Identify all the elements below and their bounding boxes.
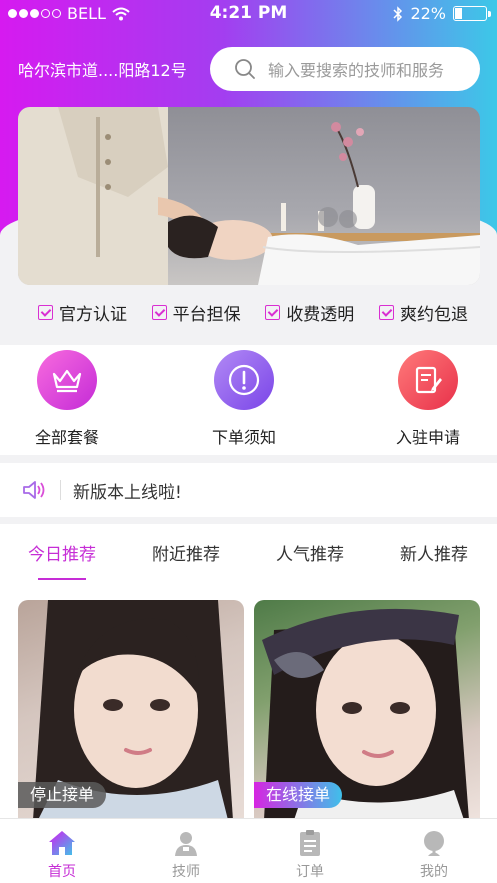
action-label: 全部套餐: [34, 428, 99, 447]
crown-icon: [37, 350, 97, 410]
status-badge: 停止接单: [18, 782, 107, 808]
guarantee-label: 收费透明: [286, 304, 355, 325]
search-placeholder: 输入要搜索的技师和服务: [268, 61, 445, 80]
checkbox-icon: [151, 304, 167, 320]
action-label: 入驻申请: [395, 428, 460, 447]
nav-orders[interactable]: 订单: [248, 819, 372, 883]
promo-banner[interactable]: [18, 107, 480, 285]
nav-home[interactable]: 首页: [0, 819, 124, 883]
recommend-tabs: 今日推荐 附近推荐 人气推荐 新人推荐: [0, 524, 497, 580]
technician-card[interactable]: 停止接单: [18, 600, 244, 820]
guarantee-item: 爽约包退: [378, 300, 468, 325]
tab-newcomer[interactable]: 新人推荐: [372, 524, 496, 580]
tab-label: 人气推荐: [276, 545, 344, 565]
technician-list: 停止接单 在线接单: [0, 580, 497, 820]
announcement-text: 新版本上线啦!: [73, 482, 182, 503]
quick-actions: 全部套餐 下单须知 入驻申请: [0, 345, 497, 455]
guarantee-label: 官方认证: [59, 304, 127, 325]
guarantee-item: 官方认证: [38, 300, 127, 325]
join-application-button[interactable]: 入驻申请: [373, 350, 483, 448]
status-badge: 在线接单: [254, 782, 343, 808]
action-label: 下单须知: [211, 428, 276, 447]
tab-label: 新人推荐: [400, 545, 468, 565]
guarantee-item: 收费透明: [265, 300, 355, 325]
exclamation-icon: [214, 350, 274, 410]
order-notice-button[interactable]: 下单须知: [189, 350, 299, 448]
search-input[interactable]: 输入要搜索的技师和服务: [210, 47, 480, 91]
technician-card[interactable]: 在线接单: [254, 600, 480, 820]
banner-image: [18, 107, 480, 285]
tab-today[interactable]: 今日推荐: [0, 524, 124, 580]
checkbox-icon: [265, 304, 281, 320]
guarantee-item: 平台担保: [151, 300, 241, 325]
nav-label: 首页: [48, 864, 76, 880]
all-packages-button[interactable]: 全部套餐: [12, 350, 122, 448]
guarantee-label: 平台担保: [172, 304, 241, 325]
divider: [60, 480, 61, 500]
bluetooth-icon: [393, 5, 403, 22]
battery-percent: 22%: [410, 4, 446, 23]
announcement-bar[interactable]: 新版本上线啦!: [0, 463, 497, 517]
bottom-nav: 首页 技师 订单 我的: [0, 818, 497, 883]
speaker-icon: [23, 481, 45, 499]
home-icon: [49, 831, 75, 855]
nav-label: 我的: [420, 864, 448, 880]
checkbox-icon: [378, 304, 394, 320]
status-right: 22%: [393, 4, 491, 23]
checkbox-icon: [38, 304, 53, 320]
tab-label: 今日推荐: [28, 545, 96, 565]
nav-technician[interactable]: 技师: [124, 819, 248, 883]
guarantee-label: 爽约包退: [399, 304, 468, 325]
guarantee-row: 官方认证 平台担保 收费透明 爽约包退: [38, 300, 468, 325]
technician-icon: [175, 832, 197, 856]
tab-label: 附近推荐: [152, 545, 220, 565]
tab-popular[interactable]: 人气推荐: [248, 524, 372, 580]
nav-label: 订单: [296, 864, 324, 880]
profile-icon: [424, 831, 444, 856]
battery-icon: [453, 6, 491, 21]
edit-form-icon: [398, 350, 458, 410]
order-icon: [300, 830, 320, 856]
tab-nearby[interactable]: 附近推荐: [124, 524, 248, 580]
nav-label: 技师: [172, 864, 200, 880]
nav-profile[interactable]: 我的: [372, 819, 496, 883]
location-selector[interactable]: 哈尔滨市道....阳路12号: [18, 57, 187, 81]
search-icon: [235, 59, 255, 79]
status-bar: BELL 4:21 PM 22%: [0, 0, 497, 28]
